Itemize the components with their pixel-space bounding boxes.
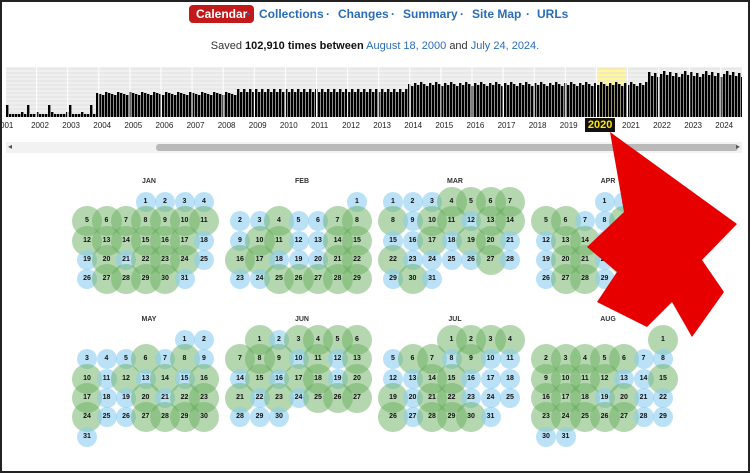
red-arrow-annotation	[587, 132, 737, 337]
browser-frame: Calendar · Collections · Changes · Summa…	[0, 0, 750, 473]
arrow-shape	[587, 132, 737, 337]
